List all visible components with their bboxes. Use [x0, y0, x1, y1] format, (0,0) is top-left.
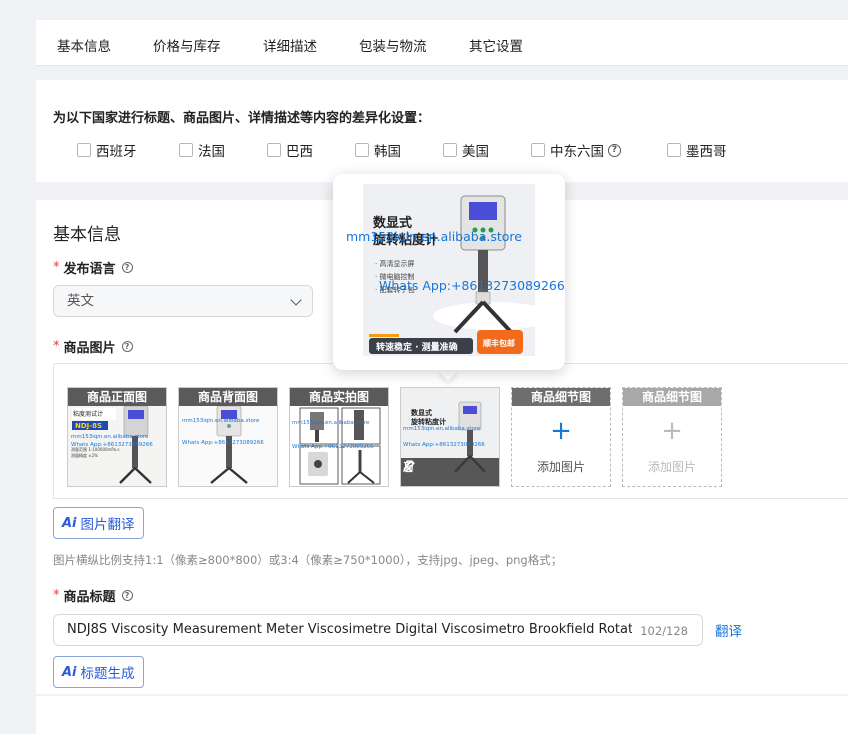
- next-section-card: [36, 696, 848, 734]
- plus-icon: +: [550, 416, 572, 446]
- trash-icon[interactable]: [401, 458, 417, 474]
- title-generate-label: 标题生成: [80, 666, 135, 682]
- country-checkbox-france[interactable]: 法国: [179, 140, 225, 160]
- checkbox[interactable]: [443, 143, 457, 157]
- watermark-text: mm153iqin.en.alibaba.store: [403, 426, 481, 432]
- watermark-text: Whats App:+8613273089266: [403, 442, 485, 448]
- watermark-text: mm153iqin.en.alibaba.store: [346, 229, 522, 244]
- country-checkbox-spain[interactable]: 西班牙: [77, 140, 137, 160]
- language-select[interactable]: 英文: [53, 285, 313, 317]
- translate-link[interactable]: 翻译: [715, 620, 742, 640]
- image-translate-button[interactable]: Ai 图片翻译: [53, 507, 144, 539]
- slot-label: 商品正面图: [68, 388, 166, 406]
- country-label: 法国: [198, 144, 225, 160]
- country-label: 西班牙: [96, 144, 137, 160]
- preview-banner: 转速稳定 · 测量准确: [376, 341, 458, 353]
- section-title: 基本信息: [53, 225, 121, 245]
- slot-label: 商品背面图: [179, 388, 277, 406]
- image-slot-detail-add-disabled: 商品细节图 + 添加图片: [622, 387, 722, 487]
- checkbox[interactable]: [77, 143, 91, 157]
- tab-other-settings[interactable]: 其它设置: [469, 35, 523, 55]
- tab-bar: 基本信息 价格与库存 详细描述 包装与物流 其它设置: [36, 20, 848, 66]
- product-image-preview: 数显式 旋转粘度计 · 高清显示屏 · 微电脑控制 · 配套转子包 转速稳定 ·…: [363, 184, 535, 356]
- country-settings-card: 为以下国家进行标题、商品图片、详情描述等内容的差异化设置： 西班牙 法国 巴西 …: [36, 80, 848, 182]
- image-slot-front[interactable]: 商品正面图 粘度测试计 NDJ-8S 测量范围 1-100000mPa.s 测量…: [67, 387, 167, 487]
- image-slot-photo[interactable]: 商品实拍图 mm153iqin.en.alibaba.store Whats A…: [289, 387, 389, 487]
- watermark-text: Whats App:+8613273089266: [71, 442, 153, 448]
- image-preview-popover: 数显式 旋转粘度计 · 高清显示屏 · 微电脑控制 · 配套转子包 转速稳定 ·…: [333, 174, 565, 370]
- watermark-text: mm153iqin.en.alibaba.store: [182, 418, 260, 424]
- chevron-down-icon: [290, 294, 302, 306]
- tab-packaging-logistics[interactable]: 包装与物流: [359, 35, 427, 55]
- country-settings-title: 为以下国家进行标题、商品图片、详情描述等内容的差异化设置：: [53, 111, 431, 126]
- country-label: 韩国: [374, 144, 401, 160]
- image-format-hint: 图片横纵比例支持1:1（像素≥800*800）或3:4（像素≥750*1000）…: [53, 553, 563, 567]
- watermark-text: Whats App:+8613273089266: [182, 440, 264, 446]
- image-slot-back[interactable]: 商品背面图 mm153iqin.en.alibaba.store Whats A…: [178, 387, 278, 487]
- title-char-counter: 102/128: [640, 624, 688, 638]
- country-label: 中东六国: [550, 144, 604, 160]
- title-input[interactable]: NDJ8S Viscosity Measurement Meter Viscos…: [53, 614, 703, 646]
- country-label: 墨西哥: [686, 144, 727, 160]
- required-asterisk: *: [53, 339, 60, 354]
- tab-description[interactable]: 详细描述: [263, 35, 317, 55]
- language-value: 英文: [67, 293, 94, 309]
- watermark-text: mm153iqin.en.alibaba.store: [292, 420, 370, 426]
- svg-text:测量精度 ±2%: 测量精度 ±2%: [71, 452, 98, 458]
- plus-icon: +: [661, 416, 683, 446]
- checkbox[interactable]: [267, 143, 281, 157]
- svg-text:粘度测试计: 粘度测试计: [73, 410, 103, 418]
- country-checkbox-brazil[interactable]: 巴西: [267, 140, 313, 160]
- country-label: 巴西: [286, 144, 313, 160]
- thumb-heading: 数显式: [411, 408, 432, 417]
- add-image-text: 添加图片: [647, 460, 696, 474]
- ai-icon: Ai: [62, 664, 77, 680]
- language-label: 发布语言: [63, 262, 116, 277]
- language-field-label: * 发布语言 ?: [53, 258, 133, 277]
- image-slot-selected[interactable]: 数显式 旋转粘度计 mm153iqin.en.alibaba.store Wha…: [400, 387, 500, 487]
- thumb-model-text: NDJ-8S: [75, 422, 102, 430]
- slot-label: 商品实拍图: [290, 388, 388, 406]
- country-checkbox-middle-east[interactable]: 中东六国?: [531, 140, 621, 160]
- image-toolbar: [401, 458, 499, 486]
- title-generate-button[interactable]: Ai 标题生成: [53, 656, 144, 688]
- country-checkbox-usa[interactable]: 美国: [443, 140, 489, 160]
- checkbox[interactable]: [179, 143, 193, 157]
- country-label: 美国: [462, 144, 489, 160]
- preview-bullet: · 高清显示屏: [375, 259, 414, 268]
- thumb-heading: 旋转粘度计: [410, 417, 446, 426]
- help-icon[interactable]: ?: [121, 590, 133, 601]
- help-icon[interactable]: ?: [608, 143, 621, 157]
- country-checkbox-mexico[interactable]: 墨西哥: [667, 140, 727, 160]
- country-checkbox-korea[interactable]: 韩国: [355, 140, 401, 160]
- watermark-text: Whats App:+8613273089266: [379, 278, 565, 293]
- images-label: 商品图片: [63, 341, 116, 356]
- add-image-text: 添加图片: [536, 460, 585, 474]
- tab-price-stock[interactable]: 价格与库存: [153, 35, 221, 55]
- checkbox[interactable]: [355, 143, 369, 157]
- watermark-text: mm153iqin.en.alibaba.store: [71, 434, 149, 440]
- title-label: 商品标题: [63, 590, 116, 605]
- slot-label: 商品细节图: [623, 388, 721, 406]
- watermark-text: Whats App:+8613273089266: [292, 444, 374, 450]
- help-icon[interactable]: ?: [121, 262, 133, 273]
- required-asterisk: *: [53, 588, 60, 603]
- help-icon[interactable]: ?: [121, 341, 133, 352]
- image-upload-area: 商品正面图 粘度测试计 NDJ-8S 测量范围 1-100000mPa.s 测量…: [53, 363, 848, 499]
- checkbox[interactable]: [531, 143, 545, 157]
- tab-basic-info[interactable]: 基本信息: [57, 35, 111, 55]
- ai-icon: Ai: [62, 515, 77, 531]
- images-field-label: * 商品图片 ?: [53, 337, 133, 356]
- checkbox[interactable]: [667, 143, 681, 157]
- title-input-value: NDJ8S Viscosity Measurement Meter Viscos…: [67, 622, 632, 637]
- title-field-label: * 商品标题 ?: [53, 586, 133, 605]
- preview-badge: 顺丰包邮: [483, 338, 515, 348]
- image-translate-label: 图片翻译: [80, 517, 135, 533]
- slot-label: 商品细节图: [512, 388, 610, 406]
- image-slot-detail-add[interactable]: 商品细节图 + 添加图片: [511, 387, 611, 487]
- required-asterisk: *: [53, 260, 60, 275]
